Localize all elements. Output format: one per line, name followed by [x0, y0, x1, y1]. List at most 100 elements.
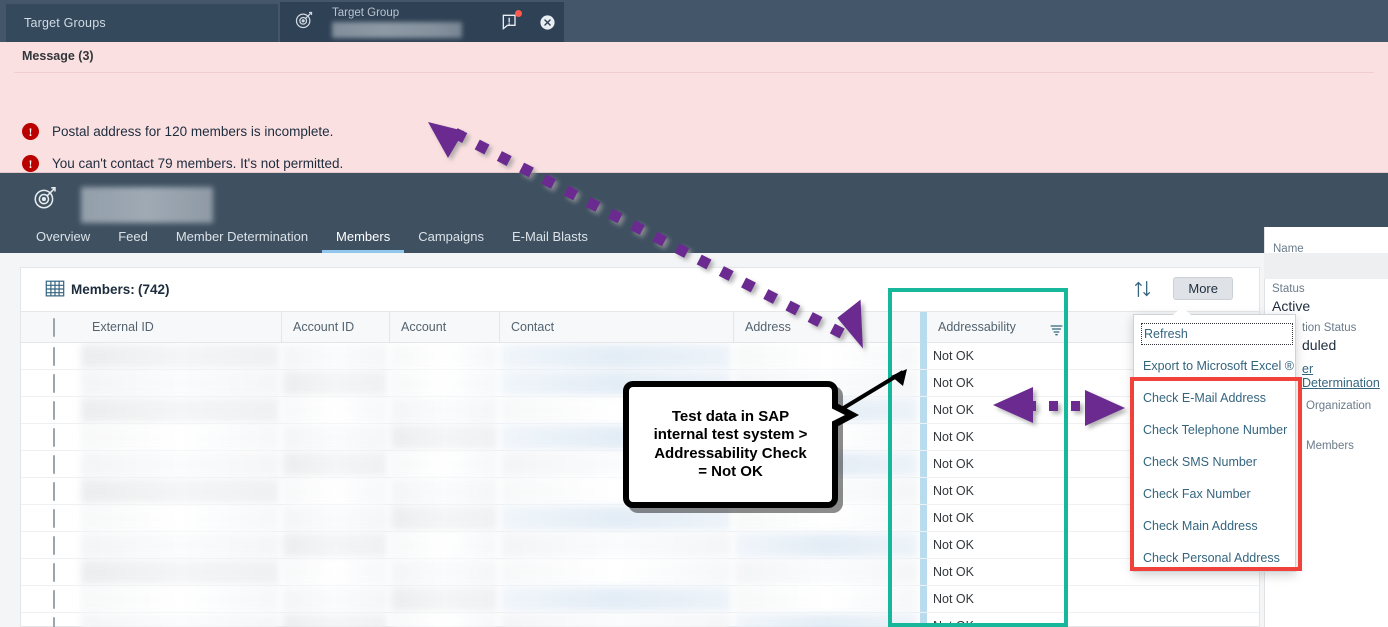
- addressability-column-marker: [920, 312, 927, 343]
- row-checkbox[interactable]: [53, 428, 55, 447]
- tab-target-group-title: Target Group: [332, 7, 400, 19]
- callout-tail-inner: [825, 405, 845, 425]
- message-text: You can't contact 79 members. It's not p…: [52, 156, 344, 171]
- target-icon: [32, 185, 58, 216]
- target-icon: [294, 10, 322, 35]
- tab-target-groups[interactable]: Target Groups: [6, 4, 278, 42]
- more-button[interactable]: More: [1173, 277, 1233, 300]
- object-title-redacted: [81, 187, 213, 223]
- row-checkbox[interactable]: [53, 563, 55, 582]
- callout-line-3: Addressability Check: [654, 444, 807, 462]
- message-text: Postal address for 120 members is incomp…: [52, 124, 334, 139]
- menu-item-check-sms-number[interactable]: Check SMS Number: [1143, 455, 1291, 469]
- menu-caret: [1173, 307, 1191, 315]
- menu-item-check-telephone-number[interactable]: Check Telephone Number: [1143, 423, 1291, 437]
- menu-item-export-excel[interactable]: Export to Microsoft Excel ®: [1143, 359, 1294, 373]
- column-header-account-label: Account: [401, 320, 447, 334]
- message-bar: Message (3) ! Postal address for 120 mem…: [0, 42, 1388, 204]
- close-icon[interactable]: [530, 2, 564, 42]
- menu-item-check-fax-number[interactable]: Check Fax Number: [1143, 487, 1291, 501]
- row-checkbox[interactable]: [53, 509, 55, 528]
- sort-ascending-descending-icon[interactable]: [1131, 278, 1157, 302]
- row-checkbox[interactable]: [53, 536, 55, 555]
- top-tab-strip: Target Groups Target Group: [0, 0, 1388, 42]
- row-checkbox[interactable]: [53, 347, 55, 366]
- annotation-callout: Test data in SAP internal test system > …: [623, 381, 859, 508]
- column-header-account[interactable]: Account: [389, 312, 499, 343]
- callout-line-2: internal test system >: [653, 426, 808, 444]
- row-checkbox[interactable]: [53, 617, 55, 627]
- column-header-contact[interactable]: Contact: [499, 312, 733, 343]
- row-checkbox[interactable]: [53, 482, 55, 501]
- column-header-account-id[interactable]: Account ID: [281, 312, 389, 343]
- cell-addressability: Not OK: [933, 430, 974, 444]
- members-table-toolbar: Members: (742) More: [21, 268, 1259, 312]
- cell-addressability: Not OK: [933, 457, 974, 471]
- row-checkbox[interactable]: [53, 401, 55, 420]
- cell-addressability: Not OK: [933, 538, 974, 552]
- column-header-address-label: Address: [745, 320, 791, 334]
- row-checkbox[interactable]: [53, 455, 55, 474]
- menu-item-refresh[interactable]: Refresh: [1141, 323, 1293, 345]
- tab-target-group-text: Target Group: [322, 2, 498, 42]
- column-header-address[interactable]: Address: [733, 312, 920, 343]
- table-row[interactable]: Not OK: [21, 343, 1259, 370]
- tab-target-group-name-redacted: [332, 22, 462, 38]
- tab-target-group-active[interactable]: Target Group: [280, 2, 564, 42]
- callout-line-1: Test data in SAP: [671, 407, 790, 425]
- grid-icon: [44, 278, 66, 305]
- column-header-external-id-label: External ID: [92, 320, 154, 334]
- tab-strip-right-filler: [564, 0, 1388, 42]
- cell-addressability: Not OK: [933, 403, 974, 417]
- message-alert-icon[interactable]: [498, 9, 524, 35]
- members-table-count: (742): [138, 282, 170, 297]
- tab-overview[interactable]: Overview: [22, 229, 104, 253]
- menu-item-check-personal-address[interactable]: Check Personal Address: [1143, 551, 1291, 565]
- message-bar-divider: [14, 72, 1374, 73]
- row-checkbox[interactable]: [53, 590, 55, 609]
- tab-member-determination[interactable]: Member Determination: [162, 229, 322, 253]
- tab-members-label: Members: [336, 229, 391, 244]
- tab-overview-label: Overview: [36, 229, 91, 244]
- more-dropdown-menu: Refresh Export to Microsoft Excel ® Chec…: [1133, 307, 1296, 572]
- object-nav-tabs: Overview Feed Member Determination Membe…: [0, 221, 1388, 253]
- table-row[interactable]: Not OK: [21, 559, 1259, 586]
- message-bar-header: Message (3): [22, 49, 94, 63]
- cell-addressability: Not OK: [933, 349, 974, 363]
- tab-feed[interactable]: Feed: [104, 229, 162, 253]
- tab-target-groups-label: Target Groups: [24, 16, 106, 30]
- cell-addressability: Not OK: [933, 376, 974, 390]
- row-checkbox[interactable]: [53, 374, 55, 393]
- error-icon: !: [22, 123, 39, 140]
- members-table-header-row: External ID Account ID Account Contact A…: [21, 312, 1259, 343]
- error-icon: !: [22, 155, 39, 172]
- object-header: Overview Feed Member Determination Membe…: [0, 173, 1388, 253]
- menu-item-check-main-address[interactable]: Check Main Address: [1143, 519, 1291, 533]
- message-item[interactable]: ! Postal address for 120 members is inco…: [22, 123, 333, 140]
- column-header-account-id-label: Account ID: [293, 320, 355, 334]
- table-row[interactable]: Not OK: [21, 586, 1259, 613]
- tab-members[interactable]: Members: [322, 229, 405, 253]
- message-item[interactable]: ! You can't contact 79 members. It's not…: [22, 155, 343, 172]
- table-row[interactable]: Not OK: [21, 505, 1259, 532]
- tab-campaigns[interactable]: Campaigns: [404, 229, 498, 253]
- column-header-addressability-label: Addressability: [938, 320, 1016, 334]
- column-header-contact-label: Contact: [511, 320, 555, 334]
- callout-line-4: = Not OK: [698, 462, 763, 480]
- callout-body: Test data in SAP internal test system > …: [623, 381, 838, 508]
- tab-email-blasts-label: E-Mail Blasts: [512, 229, 588, 244]
- tab-member-determination-label: Member Determination: [175, 229, 309, 244]
- cell-addressability: Not OK: [933, 565, 974, 579]
- table-row[interactable]: Not OK: [21, 532, 1259, 559]
- members-table-title: Members:: [71, 282, 135, 297]
- table-row[interactable]: Not OK: [21, 613, 1259, 627]
- select-all-checkbox[interactable]: [53, 318, 55, 337]
- menu-item-check-email-address[interactable]: Check E-Mail Address: [1143, 391, 1291, 405]
- cell-addressability: Not OK: [933, 484, 974, 498]
- application-window: Target Groups Target Group Message (3) !…: [0, 0, 1388, 627]
- column-header-addressability[interactable]: Addressability: [927, 312, 1087, 343]
- column-header-external-id[interactable]: External ID: [81, 312, 281, 343]
- cell-addressability: Not OK: [933, 592, 974, 606]
- cell-addressability: Not OK: [933, 511, 974, 525]
- tab-email-blasts[interactable]: E-Mail Blasts: [498, 229, 602, 253]
